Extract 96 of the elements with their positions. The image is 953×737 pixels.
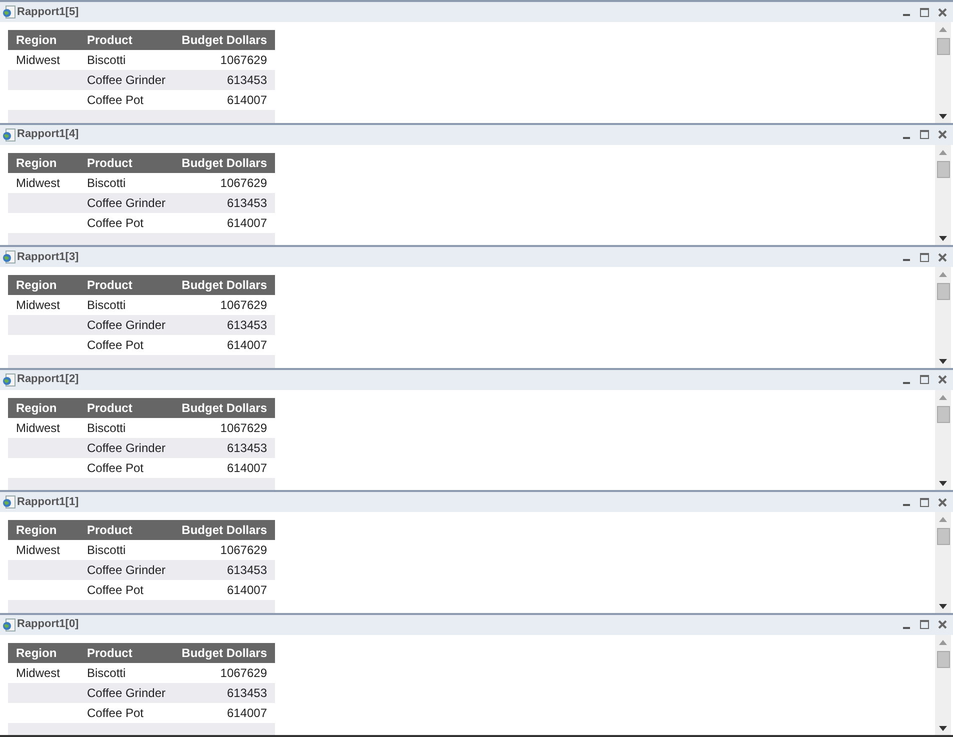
column-header: Product [79, 30, 179, 50]
table-cell: 1067629 [179, 662, 275, 682]
table-cell: Biscotti [79, 662, 179, 682]
table-cell: Coffee Grinder [79, 315, 179, 335]
column-header: Region [8, 642, 79, 662]
scroll-up-icon[interactable] [939, 394, 947, 400]
column-header: Product [79, 398, 179, 418]
table-cell: 613453 [179, 70, 275, 90]
scrollbar[interactable] [935, 634, 951, 735]
table-cell: Biscotti [79, 50, 179, 70]
table-cell: 614007 [179, 212, 275, 232]
table-cell: 614007 [179, 90, 275, 110]
close-icon [938, 252, 946, 262]
scrollbar-thumb[interactable] [936, 38, 950, 55]
scrollbar[interactable] [935, 512, 951, 612]
table-cell: 1067629 [179, 295, 275, 315]
table-cell: Midwest [8, 50, 79, 70]
table-cell: Midwest [8, 418, 79, 438]
window-title: Rapport1[2] [17, 372, 79, 388]
scrollbar[interactable] [935, 267, 951, 368]
window-title: Rapport1[5] [17, 4, 79, 20]
table-cell: Coffee Grinder [79, 682, 179, 702]
table-cell: Coffee Grinder [79, 192, 179, 212]
table-cell: 614007 [179, 580, 275, 600]
table-cell: 614007 [179, 702, 275, 722]
scrollbar-thumb[interactable] [936, 160, 950, 178]
column-header: Region [8, 152, 79, 172]
scroll-down-icon[interactable] [939, 481, 947, 486]
table-cell: 613453 [179, 315, 275, 335]
scrollbar[interactable] [935, 390, 951, 490]
table-cell: 613453 [179, 438, 275, 458]
scrollbar-thumb[interactable] [936, 650, 950, 668]
scroll-down-icon[interactable] [939, 726, 947, 731]
table-cell: 614007 [179, 458, 275, 478]
scrollbar-thumb[interactable] [936, 528, 950, 545]
table-cell: Biscotti [79, 540, 179, 560]
scroll-down-icon[interactable] [939, 604, 947, 608]
table-cell: Coffee Pot [79, 458, 179, 478]
scroll-up-icon[interactable] [939, 640, 947, 644]
column-header: Region [8, 520, 79, 540]
scroll-down-icon[interactable] [939, 114, 947, 118]
scrollbar-thumb[interactable] [936, 406, 950, 422]
column-header: Region [8, 275, 79, 295]
table-cell: Midwest [8, 540, 79, 560]
table-cell: Biscotti [79, 172, 179, 192]
table-cell: Coffee Pot [79, 702, 179, 722]
scroll-up-icon[interactable] [939, 272, 947, 277]
scrollbar[interactable] [935, 144, 951, 245]
window-title: Rapport1[3] [17, 250, 79, 265]
column-header: Product [79, 275, 179, 295]
close-icon [938, 620, 946, 629]
window-title: Rapport1[4] [17, 127, 79, 142]
scroll-up-icon[interactable] [939, 517, 947, 522]
scrollbar-thumb[interactable] [936, 283, 950, 300]
column-header: Budget Dollars [179, 520, 275, 540]
scroll-up-icon[interactable] [939, 27, 947, 32]
table-cell: Coffee Grinder [79, 560, 179, 580]
column-header: Budget Dollars [179, 275, 275, 295]
column-header: Region [8, 30, 79, 50]
column-header: Product [79, 152, 179, 172]
table-cell: Coffee Pot [79, 212, 179, 232]
table-cell: Coffee Pot [79, 335, 179, 355]
column-header: Budget Dollars [179, 30, 275, 50]
table-cell: 1067629 [179, 418, 275, 438]
table-cell: Biscotti [79, 295, 179, 315]
table-cell: Coffee Pot [79, 580, 179, 600]
table-cell: Midwest [8, 662, 79, 682]
table-cell: 614007 [179, 335, 275, 355]
table-cell: Coffee Grinder [79, 70, 179, 90]
close-icon [938, 130, 946, 139]
table-cell: 613453 [179, 682, 275, 702]
table-cell: Midwest [8, 172, 79, 192]
table-cell: 1067629 [179, 172, 275, 192]
scroll-down-icon[interactable] [939, 358, 947, 364]
close-icon [938, 375, 946, 384]
column-header: Budget Dollars [179, 398, 275, 418]
table-cell: Coffee Grinder [79, 438, 179, 458]
column-header: Budget Dollars [179, 642, 275, 662]
window-title: Rapport1[1] [17, 494, 79, 510]
column-header: Product [79, 520, 179, 540]
close-icon [938, 8, 946, 16]
table-cell: 1067629 [179, 540, 275, 560]
table-cell: 613453 [179, 560, 275, 580]
column-header: Budget Dollars [179, 152, 275, 172]
table-cell: Biscotti [79, 418, 179, 438]
column-header: Product [79, 642, 179, 662]
table-cell: 613453 [179, 192, 275, 212]
scroll-down-icon[interactable] [939, 236, 947, 241]
scroll-up-icon[interactable] [939, 150, 947, 154]
column-header: Region [8, 398, 79, 418]
table-cell: Coffee Pot [79, 90, 179, 110]
scrollbar[interactable] [935, 22, 951, 122]
table-cell: 1067629 [179, 50, 275, 70]
window-title: Rapport1[0] [17, 617, 79, 632]
close-icon [938, 498, 946, 506]
table-cell: Midwest [8, 295, 79, 315]
